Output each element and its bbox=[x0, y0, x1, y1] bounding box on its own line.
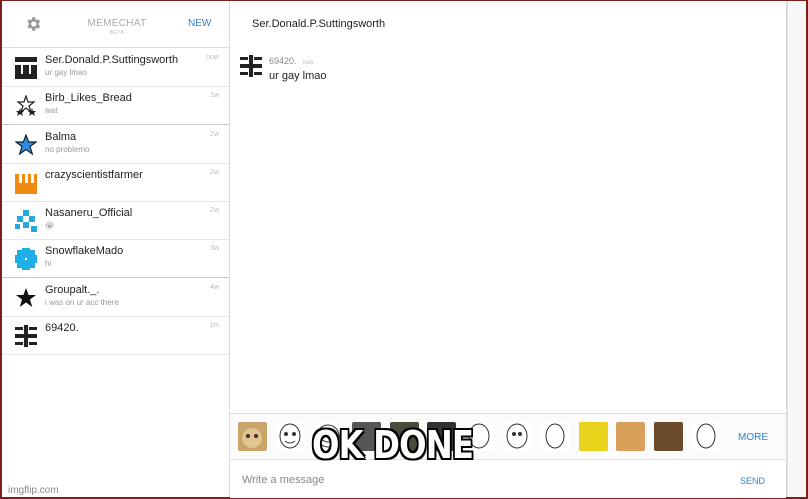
sticker-sketch-face-icon[interactable] bbox=[541, 422, 570, 451]
snowflake-pixel-icon bbox=[15, 248, 37, 270]
message-time: now bbox=[302, 60, 314, 66]
contact-time: 2w bbox=[210, 169, 219, 176]
conversation-sidebar: MEMECHAT BETA NEW Ser.Donald.P.Suttingsw… bbox=[2, 1, 230, 497]
blue-pixel-icon bbox=[15, 210, 37, 232]
orange-blocks-icon bbox=[15, 172, 37, 194]
contact-last-message: no problemo bbox=[45, 145, 90, 154]
conversation-title: Ser.Donald.P.Suttingsworth bbox=[252, 18, 386, 30]
contact-item[interactable]: SnowflakeMado hi 3w bbox=[2, 239, 229, 278]
contact-name: Balma bbox=[45, 131, 77, 143]
sticker-spongebob-icon[interactable] bbox=[579, 422, 608, 451]
sticker-cat-icon[interactable] bbox=[238, 422, 267, 451]
glyph-pattern-icon bbox=[240, 55, 262, 77]
contact-item[interactable]: Groupalt._. i was on ur acc there 4w bbox=[2, 278, 229, 317]
blue-star-icon bbox=[14, 133, 38, 156]
gear-icon[interactable] bbox=[24, 15, 42, 33]
stars-pattern-icon bbox=[15, 94, 37, 117]
contact-last-message: ur gay lmao bbox=[45, 68, 87, 77]
meme-caption: OK DONE bbox=[312, 423, 474, 467]
message-text: ur gay lmao bbox=[269, 70, 327, 82]
contact-item[interactable]: Balma no problemo 2w bbox=[2, 125, 229, 164]
contact-time: 1w bbox=[210, 92, 219, 99]
contact-name: SnowflakeMado bbox=[45, 245, 124, 257]
brand-beta-tag: BETA bbox=[109, 30, 125, 36]
contact-time: 2w bbox=[210, 207, 219, 214]
contact-time: 1m bbox=[209, 322, 219, 329]
contact-name: 69420. bbox=[45, 322, 79, 334]
contact-time: 3w bbox=[210, 245, 219, 252]
sticker-rage-face-icon[interactable] bbox=[276, 422, 305, 451]
contact-item[interactable]: Nasaneru_Official 😭 2w bbox=[2, 201, 229, 240]
contact-time: now bbox=[206, 54, 219, 61]
contact-item[interactable]: 69420. 1m bbox=[2, 316, 229, 355]
message-sender-name: 69420. bbox=[269, 56, 297, 66]
contact-name: Nasaneru_Official bbox=[45, 207, 133, 219]
glyph-pattern-icon bbox=[15, 325, 37, 347]
send-button[interactable]: SEND bbox=[740, 476, 765, 486]
sticker-okay-face-icon[interactable] bbox=[692, 422, 721, 451]
new-chat-button[interactable]: NEW bbox=[188, 18, 211, 29]
contact-item[interactable]: crazyscientistfarmer 2w bbox=[2, 163, 229, 202]
bars-pattern-icon bbox=[15, 57, 37, 79]
message-input[interactable] bbox=[240, 468, 704, 492]
scrollbar[interactable] bbox=[787, 1, 806, 497]
contact-last-message: wat bbox=[45, 106, 58, 115]
contact-name: Birb_Likes_Bread bbox=[45, 92, 132, 104]
contact-time: 2w bbox=[210, 131, 219, 138]
contact-name: Groupalt._. bbox=[45, 284, 100, 296]
app-brand: MEMECHAT BETA bbox=[62, 18, 172, 36]
sticker-doge-icon[interactable] bbox=[616, 422, 645, 451]
sticker-derp-face-icon[interactable] bbox=[503, 422, 532, 451]
contact-item[interactable]: Ser.Donald.P.Suttingsworth ur gay lmao n… bbox=[2, 48, 229, 87]
more-stickers-button[interactable]: MORE bbox=[738, 432, 768, 443]
contact-last-message: i was on ur acc there bbox=[45, 298, 119, 307]
contact-name: Ser.Donald.P.Suttingsworth bbox=[45, 54, 179, 66]
contact-item[interactable]: Birb_Likes_Bread wat 1w bbox=[2, 86, 229, 125]
black-star-icon bbox=[15, 287, 37, 309]
sticker-toast-icon[interactable] bbox=[654, 422, 683, 451]
contact-last-message: hi bbox=[45, 259, 52, 268]
sidebar-header: MEMECHAT BETA NEW bbox=[2, 1, 229, 48]
imgflip-watermark: imgflip.com bbox=[8, 485, 59, 496]
message-sender: 69420. now bbox=[269, 56, 314, 66]
contact-last-message: 😭 bbox=[45, 221, 55, 230]
contact-time: 4w bbox=[210, 284, 219, 291]
brand-name: MEMECHAT bbox=[87, 18, 147, 29]
contact-name: crazyscientistfarmer bbox=[45, 169, 143, 181]
